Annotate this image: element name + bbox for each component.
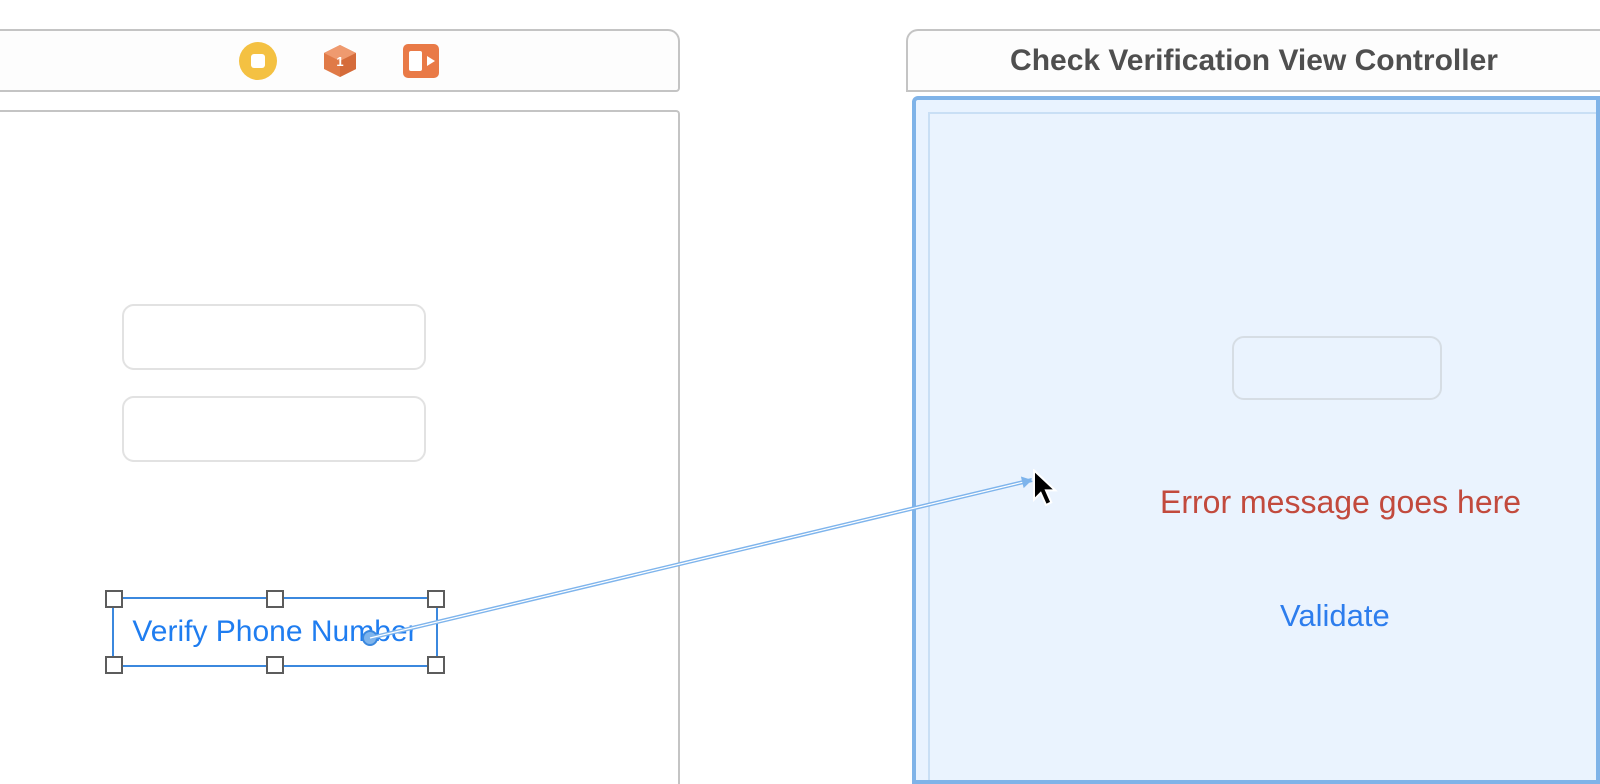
selection-handle-icon[interactable] [266, 656, 284, 674]
validate-button[interactable]: Validate [1280, 598, 1390, 634]
scene-left-body: Verify Phone Number [0, 110, 680, 784]
selection-handle-icon[interactable] [105, 656, 123, 674]
verification-code-field[interactable] [1232, 336, 1442, 400]
selection-handle-icon[interactable] [266, 590, 284, 608]
check-verification-view-controller[interactable]: Error message goes here Validate [912, 96, 1600, 784]
scene-right-title: Check Verification View Controller [1010, 44, 1498, 78]
text-field-2[interactable] [122, 396, 426, 462]
selection-handle-icon[interactable] [427, 656, 445, 674]
exit-icon[interactable] [403, 44, 439, 78]
scene-left-toolbar: 1 [0, 29, 680, 92]
error-message-label: Error message goes here [1160, 484, 1521, 521]
verify-phone-number-button[interactable]: Verify Phone Number [112, 597, 438, 667]
selection-handle-icon[interactable] [105, 590, 123, 608]
object-icon[interactable]: 1 [323, 44, 357, 78]
first-responder-icon[interactable] [239, 42, 277, 80]
text-field-1[interactable] [122, 304, 426, 370]
verify-phone-number-label: Verify Phone Number [132, 615, 417, 649]
selection-handle-icon[interactable] [427, 590, 445, 608]
scene-right-toolbar[interactable]: Check Verification View Controller [906, 29, 1600, 92]
svg-text:1: 1 [336, 54, 343, 69]
scene-right-canvas: Error message goes here Validate [928, 112, 1596, 780]
